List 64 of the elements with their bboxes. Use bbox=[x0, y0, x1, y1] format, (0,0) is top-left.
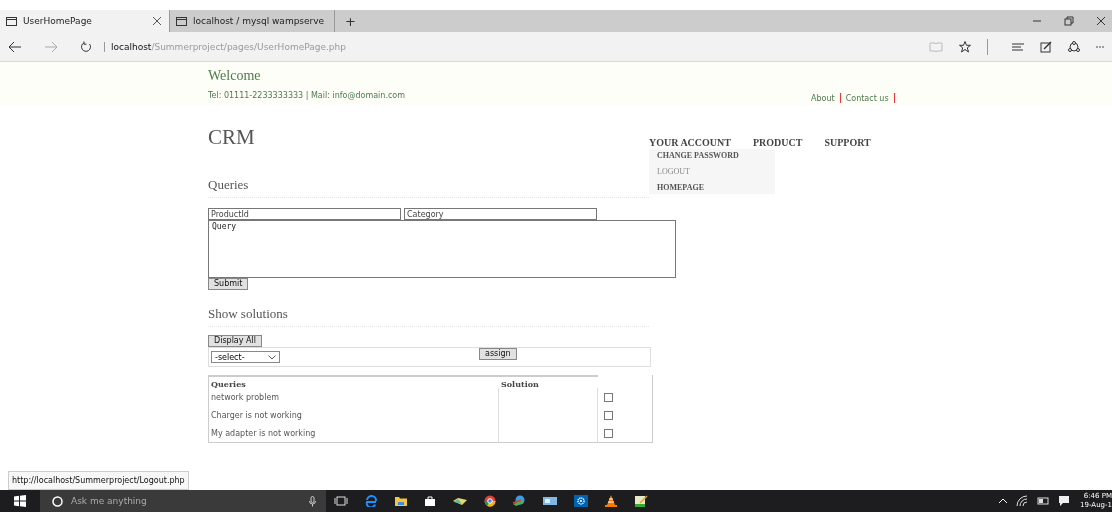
traffic-cone-icon[interactable] bbox=[604, 495, 618, 507]
product-id-field[interactable]: ProductId bbox=[208, 208, 401, 220]
nav-item[interactable]: PRODUCT bbox=[752, 137, 803, 148]
browser-circle-icon[interactable] bbox=[484, 495, 496, 507]
share-icon[interactable] bbox=[1068, 40, 1080, 53]
query-textarea[interactable]: Query bbox=[208, 220, 676, 278]
menu-item[interactable]: HOMEPAGE bbox=[657, 183, 775, 192]
close-icon[interactable] bbox=[153, 17, 161, 25]
folder-icon[interactable] bbox=[394, 495, 408, 507]
display-all-button[interactable]: Display All bbox=[208, 335, 262, 347]
welcome-heading: Welcome bbox=[208, 68, 262, 84]
new-tab-button[interactable]: + bbox=[335, 10, 366, 32]
circle-icon bbox=[52, 495, 63, 507]
contact-info: Tel: 01111-2233333333 | Mail: info@domain.com bbox=[208, 91, 406, 100]
submit-button[interactable]: Submit bbox=[208, 278, 249, 290]
row-checkbox[interactable] bbox=[604, 392, 613, 402]
note-pen-icon[interactable] bbox=[1040, 40, 1052, 53]
search-field[interactable]: Ask me anything bbox=[40, 490, 326, 512]
monitor-icon[interactable] bbox=[542, 495, 558, 507]
row-checkbox[interactable] bbox=[604, 410, 613, 420]
assign-button[interactable]: assign bbox=[479, 348, 517, 360]
notepad-icon[interactable] bbox=[634, 495, 648, 507]
browser-e-icon[interactable] bbox=[364, 495, 378, 507]
section-heading: Show solutions bbox=[208, 306, 649, 327]
column-header: Solution bbox=[499, 375, 598, 388]
header-link[interactable]: Contact us bbox=[845, 93, 889, 103]
status-url: http://localhost/Summerproject/Logout.php bbox=[8, 471, 189, 490]
shopping-bag-icon[interactable] bbox=[424, 495, 436, 507]
battery-icon[interactable] bbox=[1036, 495, 1050, 507]
globe-icon[interactable] bbox=[512, 495, 526, 507]
back-arrow-icon[interactable] bbox=[8, 40, 22, 53]
photos-icon[interactable] bbox=[452, 495, 468, 507]
tab-title: UserHomePage bbox=[23, 16, 93, 26]
window-icon bbox=[6, 16, 17, 26]
tab-title: localhost / mysql wampserve bbox=[193, 16, 326, 26]
select-dropdown[interactable]: -select- bbox=[211, 351, 280, 363]
restore-icon[interactable] bbox=[1064, 16, 1074, 26]
close-icon[interactable] bbox=[1096, 16, 1106, 26]
header-link[interactable]: About bbox=[811, 93, 835, 103]
gear-icon[interactable] bbox=[574, 495, 588, 507]
site-logo: CRM bbox=[208, 125, 256, 149]
star-icon[interactable] bbox=[959, 40, 971, 53]
refresh-icon[interactable] bbox=[80, 40, 92, 53]
nav-item[interactable]: YOUR ACCOUNT bbox=[649, 137, 731, 148]
table-cell: Charger is not working bbox=[209, 406, 499, 424]
microphone-icon[interactable] bbox=[309, 495, 316, 507]
wifi-icon[interactable] bbox=[1016, 495, 1028, 507]
category-field[interactable]: Category bbox=[404, 208, 597, 220]
caret-icon bbox=[268, 354, 276, 360]
window-icon bbox=[176, 16, 187, 26]
address-field[interactable]: localhost/Summerproject/pages/UserHomePage.php bbox=[104, 41, 346, 52]
menu-item[interactable]: CHANGE PASSWORD bbox=[657, 151, 775, 160]
browser-tab[interactable]: UserHomePage bbox=[0, 10, 170, 32]
column-header: Queries bbox=[209, 375, 499, 388]
windows-logo-icon[interactable] bbox=[14, 495, 26, 507]
table-cell: network problem bbox=[209, 388, 499, 406]
table-cell: My adapter is not working bbox=[209, 424, 499, 442]
section-heading: Queries bbox=[208, 177, 649, 198]
notification-icon[interactable] bbox=[1058, 495, 1070, 507]
row-checkbox[interactable] bbox=[604, 428, 613, 438]
menu-item[interactable]: LOGOUT bbox=[657, 167, 775, 176]
nav-item[interactable]: SUPPORT bbox=[824, 137, 871, 148]
menu-lines-icon[interactable] bbox=[1012, 40, 1024, 53]
task-view-icon[interactable] bbox=[334, 495, 348, 507]
